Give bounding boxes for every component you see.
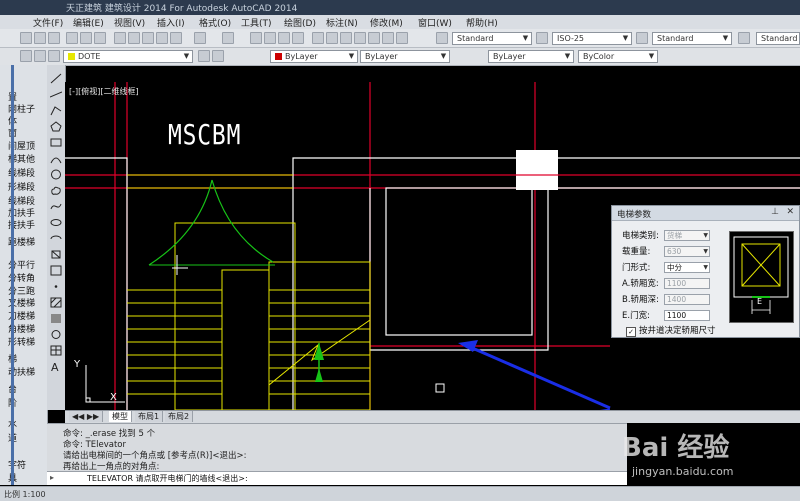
wall-line xyxy=(369,188,549,351)
ucs-y-label: Y xyxy=(73,359,81,370)
stair-treads xyxy=(127,289,370,395)
car-depth-label: B.轿厢深: xyxy=(622,295,659,305)
command-history: 命令: _.erase 找到 5 个 命令: TElevator 请给出电梯间的… xyxy=(47,423,627,472)
pin-icon[interactable]: ⊥ xyxy=(771,207,779,217)
wall-line xyxy=(65,157,128,410)
load-select: 630 ▼ xyxy=(664,246,710,257)
dialog-title: 电梯参数 xyxy=(617,210,652,220)
wall-line xyxy=(292,157,535,410)
tab-layout2[interactable]: 布局2 xyxy=(165,411,194,422)
chevron-down-icon: ▼ xyxy=(703,232,708,239)
car-width-label: A.轿厢宽: xyxy=(622,279,659,289)
annotation-arrow xyxy=(469,345,611,410)
shaft-size-checkbox[interactable]: ✓ 按井道决定轿厢尺寸 xyxy=(626,324,716,337)
load-label: 载重量: xyxy=(622,247,651,257)
door-width-field[interactable]: 1100 xyxy=(664,310,710,321)
point-marker xyxy=(435,383,445,393)
ucs-icon xyxy=(85,397,91,403)
drawing-text: MSCBM xyxy=(168,118,242,151)
scale-readout[interactable]: 比例 1:100 xyxy=(4,489,46,500)
elevator-preview: E xyxy=(729,231,794,323)
door-swing xyxy=(211,179,274,263)
elevator-shaft xyxy=(385,187,533,336)
car-width-field: 1100 xyxy=(664,278,710,289)
viewport-controls[interactable]: [-][俯视][二维线框] xyxy=(69,86,139,97)
dialog-header[interactable]: 电梯参数 ⊥ ✕ xyxy=(612,206,799,221)
command-input[interactable]: ▸ TELEVATOR 请点取开电梯门的墙线<退出>: xyxy=(47,471,627,485)
door-type-label: 门形式: xyxy=(622,263,651,273)
tab-nav-buttons[interactable]: ◀◀ ▶▶ xyxy=(69,411,104,422)
elevator-preview-svg xyxy=(733,236,789,314)
elevator-dialog: 电梯参数 ⊥ ✕ 电梯类别: 货梯 ▼ 载重量: 630 ▼ 门形式: 中分 ▼ A.… xyxy=(611,205,800,338)
column-block xyxy=(516,150,558,190)
ucs-x-label: X xyxy=(110,392,117,403)
watermark-brand: Bai 经验 xyxy=(622,433,730,463)
chevron-down-icon: ▼ xyxy=(703,264,708,271)
tab-layout1[interactable]: 布局1 xyxy=(135,411,164,422)
watermark-url: jingyan.baidu.com xyxy=(632,465,734,478)
watermark: Bai 经验 jingyan.baidu.com xyxy=(588,415,800,500)
elevator-type-label: 电梯类别: xyxy=(622,231,659,241)
close-icon[interactable]: ✕ xyxy=(786,207,794,217)
stair-well xyxy=(221,269,270,411)
stair-flight xyxy=(268,261,371,411)
checkbox-box: ✓ xyxy=(626,327,636,337)
door-width-label: E.门宽: xyxy=(622,311,650,321)
door-type-select[interactable]: 中分 ▼ xyxy=(664,262,710,273)
tab-model[interactable]: 模型 xyxy=(109,411,132,422)
car-depth-field: 1400 xyxy=(664,294,710,305)
command-icon: ▸ xyxy=(50,473,55,482)
stair-arrow-foot xyxy=(315,368,323,382)
elevator-type-select: 货梯 ▼ xyxy=(664,230,710,241)
preview-dim-label: E xyxy=(757,297,763,306)
command-prompt: TELEVATOR 请点取开电梯门的墙线<退出>: xyxy=(87,474,248,483)
chevron-down-icon: ▼ xyxy=(703,248,708,255)
